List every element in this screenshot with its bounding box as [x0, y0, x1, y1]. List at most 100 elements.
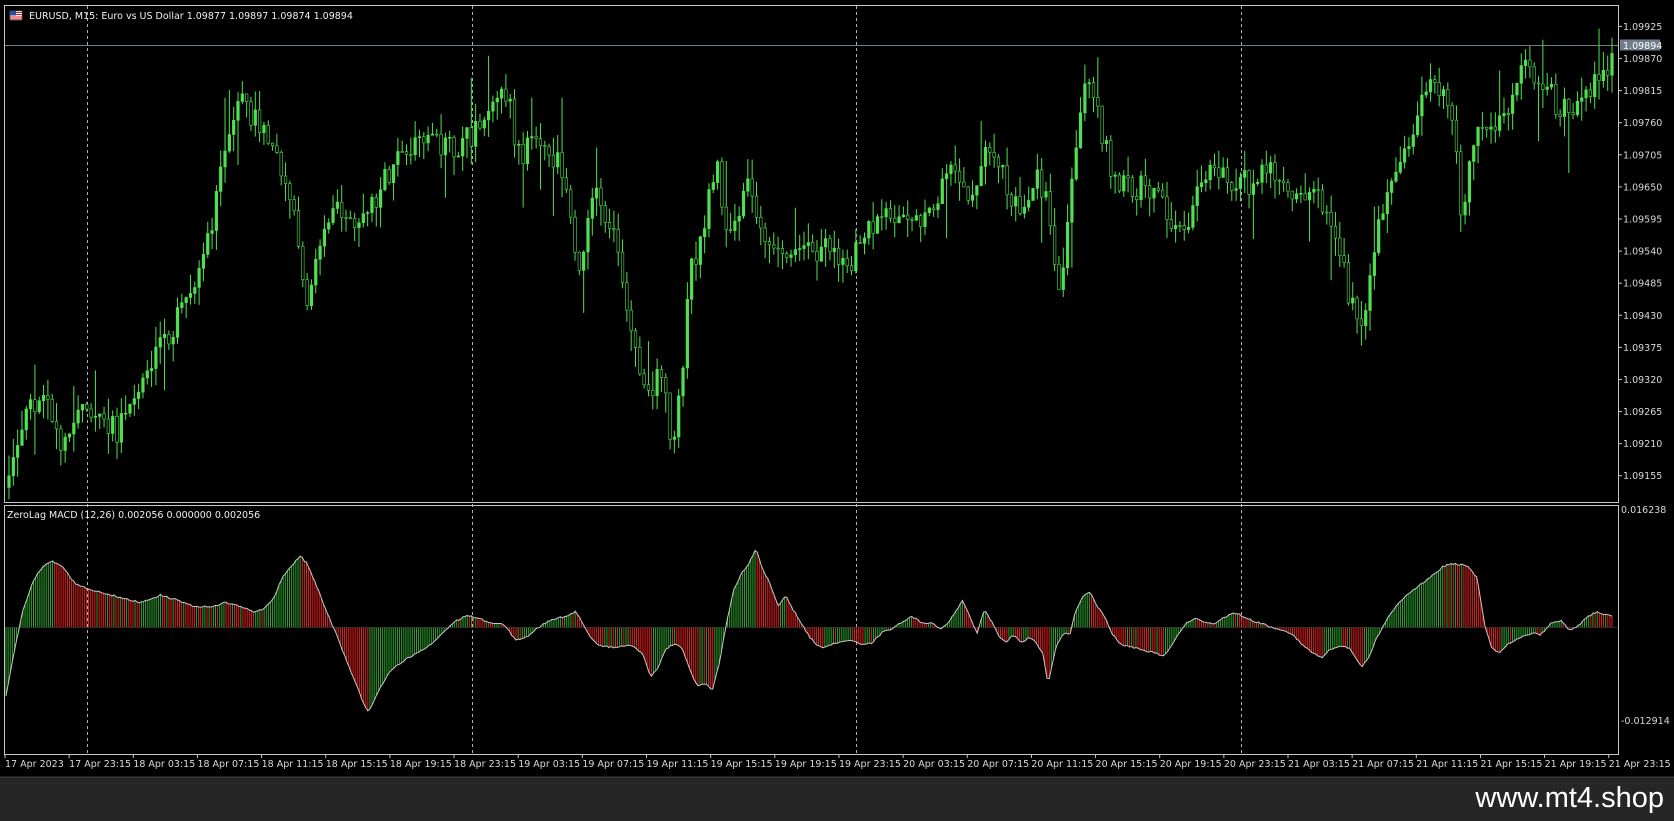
candle-body [1087, 82, 1091, 85]
candle-body [1515, 83, 1519, 96]
candle [465, 127, 469, 159]
candle-body [1117, 174, 1122, 192]
candle-body [815, 250, 819, 262]
candle [1355, 295, 1359, 334]
time-axis-label: 17 Apr 2023 [5, 759, 64, 770]
candle-body [1502, 113, 1506, 117]
candle-body [270, 142, 275, 147]
candle-body [262, 124, 266, 133]
candle-body [193, 287, 197, 294]
candle-body [1096, 97, 1100, 107]
candle [858, 235, 862, 244]
candle-body [1346, 262, 1351, 304]
candle-body [1070, 178, 1074, 223]
candle [1143, 158, 1147, 198]
candle [417, 129, 422, 158]
candle-body [884, 208, 888, 218]
candle-body [1091, 82, 1096, 98]
candle-body [46, 395, 50, 400]
price-axis-label: 1.09925 [1623, 22, 1662, 33]
candle [1091, 76, 1096, 113]
candle [1489, 112, 1493, 144]
candle-body [763, 227, 767, 242]
candle [171, 330, 175, 362]
candle-body [620, 251, 625, 284]
candle [1152, 187, 1156, 213]
candle-body [175, 307, 180, 338]
candle-body [1459, 151, 1463, 216]
candle [1087, 78, 1091, 99]
current-price-label: 1.09894 [1623, 41, 1662, 52]
candle [482, 116, 486, 137]
candle [1126, 156, 1130, 193]
candle-body [366, 212, 370, 214]
price-axis-label: 1.09650 [1623, 182, 1662, 193]
candle-body [577, 251, 581, 271]
candle-body [1562, 98, 1567, 117]
candle-body [564, 177, 568, 190]
candle-body [901, 214, 905, 218]
candle [1217, 150, 1221, 190]
candle [361, 193, 365, 228]
candle-body [525, 137, 530, 165]
candle-body [387, 168, 391, 184]
candle-body [962, 181, 966, 188]
candle-body [979, 166, 983, 187]
time-axis-label: 18 Apr 07:15 [197, 759, 259, 770]
time-axis-label: 20 Apr 15:15 [1096, 759, 1158, 770]
candle-body [521, 144, 525, 165]
candle-body [646, 384, 651, 391]
candle [154, 326, 158, 386]
candle-body [953, 164, 957, 172]
candle-body [728, 229, 733, 231]
time-axis-label: 21 Apr 03:15 [1288, 759, 1350, 770]
candle [1394, 157, 1398, 184]
candle [456, 151, 460, 158]
candle-body [1152, 187, 1156, 199]
indicator-title: ZeroLag MACD (12,26) 0.002056 0.000000 0… [7, 510, 260, 521]
time-axis-label: 19 Apr 11:15 [647, 759, 709, 770]
candle-body [1528, 59, 1532, 68]
candle [1420, 76, 1424, 136]
candle-body [167, 334, 171, 345]
candle [1113, 171, 1117, 194]
chart-window[interactable]: 1.09925 1.09870 1.09815 1.09760 1.09705 1.096… [0, 0, 1674, 821]
candle-body [54, 420, 59, 430]
time-axis-label: 18 Apr 11:15 [262, 759, 324, 770]
candle-body [124, 412, 128, 415]
chart-canvas[interactable]: 1.09925 1.09870 1.09815 1.09760 1.09705 1.096… [0, 0, 1674, 779]
current-price-tag: 1.09894 [1620, 39, 1662, 52]
candle [901, 206, 905, 218]
candle [1588, 82, 1592, 104]
time-axis-label: 20 Apr 11:15 [1031, 759, 1093, 770]
candle [698, 235, 702, 279]
candle [1096, 57, 1100, 118]
candle [1536, 76, 1541, 142]
time-axis: 17 Apr 2023 17 Apr 23:15 18 Apr 03:15 18 Ap… [4, 755, 1671, 770]
candle [1161, 183, 1165, 199]
candle [1243, 150, 1247, 194]
candle-body [279, 152, 283, 177]
candle [7, 455, 11, 500]
candle-body [29, 399, 33, 410]
candle-body [1009, 194, 1014, 207]
candle-body [1554, 84, 1558, 115]
candle [452, 135, 456, 176]
candle-body [154, 346, 158, 369]
candle [1584, 86, 1588, 112]
candle [33, 364, 37, 455]
candle [1532, 62, 1536, 90]
candle [59, 425, 63, 466]
candle [353, 212, 357, 242]
candle [728, 212, 733, 234]
candle-body [1575, 100, 1580, 115]
candle [512, 89, 517, 158]
candle [1558, 109, 1562, 127]
candle-body [616, 229, 620, 253]
candlesticks [7, 28, 1614, 500]
candle-body [1143, 175, 1147, 186]
candle [646, 341, 651, 397]
candle [659, 365, 664, 392]
candle-body [1048, 191, 1052, 227]
candle-body [435, 133, 439, 136]
